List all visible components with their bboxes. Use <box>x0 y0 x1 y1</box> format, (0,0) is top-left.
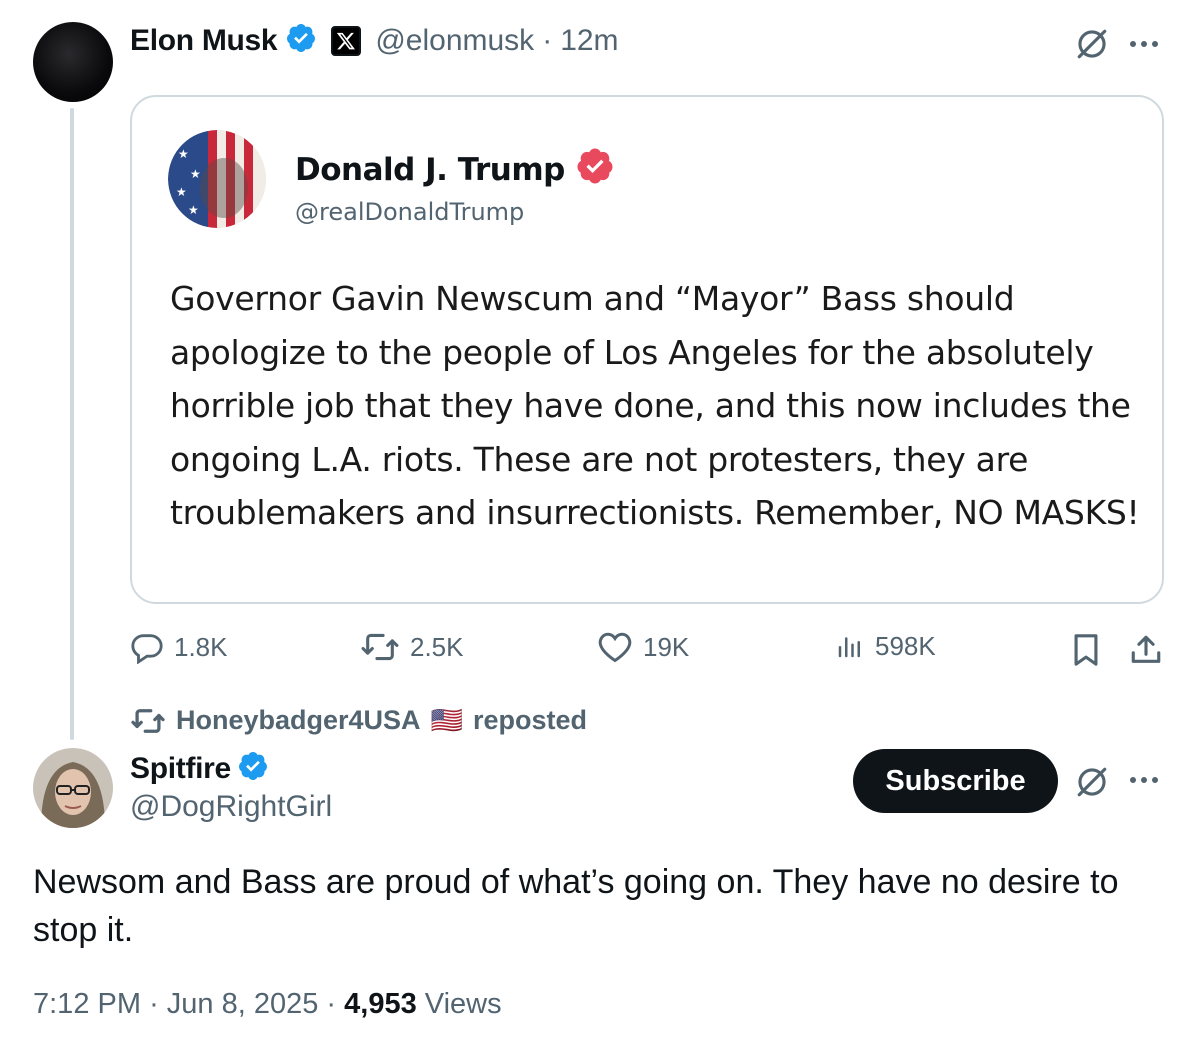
avatar[interactable] <box>33 22 113 102</box>
reply-icon <box>131 634 163 664</box>
views-count: 4,953 <box>344 988 417 1020</box>
separator: · <box>149 988 167 1020</box>
reply-button[interactable]: 1.8K <box>130 630 228 664</box>
svg-text:★: ★ <box>188 203 199 217</box>
author-name[interactable]: Spitfire <box>130 752 231 786</box>
repost-count: 2.5K <box>410 631 464 662</box>
views-chart-icon <box>838 637 860 658</box>
thread-connector <box>70 108 74 740</box>
more-options-icon[interactable] <box>1124 760 1164 800</box>
grok-icon[interactable] <box>1072 762 1112 802</box>
repost-label: reposted <box>472 705 587 735</box>
us-flag-emoji: 🇺🇸 <box>430 705 463 735</box>
post-text: Newsom and Bass are proud of what’s goin… <box>33 863 1119 949</box>
author-handle[interactable]: @DogRightGirl <box>130 790 332 824</box>
verified-badge-icon <box>237 750 269 787</box>
bookmark-icon <box>1074 634 1098 666</box>
bookmark-button[interactable] <box>1066 630 1106 670</box>
views-count: 598K <box>875 630 936 661</box>
author-name[interactable]: Elon Musk <box>130 24 278 58</box>
svg-text:★: ★ <box>190 167 201 181</box>
avatar[interactable] <box>33 748 113 828</box>
views-button[interactable]: 598K <box>835 630 936 662</box>
reposter-name[interactable]: Honeybadger4USA <box>176 705 421 736</box>
svg-text:★: ★ <box>178 147 189 161</box>
repost-button[interactable]: 2.5K <box>360 630 464 664</box>
heart-icon <box>598 632 632 663</box>
subscribe-button[interactable]: Subscribe <box>853 749 1058 813</box>
post-meta: 7:12 PM · Jun 8, 2025 · 4,953 Views <box>33 988 502 1021</box>
quoted-avatar: ★ ★ ★ ★ <box>168 130 266 228</box>
post-time[interactable]: 7:12 PM <box>33 988 141 1020</box>
x-affiliate-icon <box>331 25 362 56</box>
quoted-author-handle: @realDonaldTrump <box>295 198 525 226</box>
repost-icon <box>361 633 399 661</box>
share-icon <box>1131 635 1161 663</box>
truth-verified-icon <box>575 146 615 194</box>
reply-count: 1.8K <box>174 631 228 662</box>
verified-badge-icon <box>285 22 317 59</box>
post-date[interactable]: Jun 8, 2025 <box>167 988 319 1020</box>
repost-banner[interactable]: Honeybadger4USA 🇺🇸 reposted <box>130 705 587 736</box>
separator: · <box>326 988 345 1020</box>
quoted-author-name: Donald J. Trump <box>295 146 615 194</box>
like-button[interactable]: 19K <box>597 630 689 664</box>
svg-text:★: ★ <box>176 185 187 199</box>
quoted-post-text: Governor Gavin Newscum and “Mayor” Bass … <box>170 279 1140 532</box>
share-button[interactable] <box>1126 630 1166 670</box>
views-label: Views <box>424 988 502 1020</box>
post-time[interactable]: 12m <box>560 24 618 58</box>
quoted-author-name-text: Donald J. Trump <box>295 152 565 188</box>
repost-icon <box>131 708 165 733</box>
separator: · <box>542 23 553 57</box>
like-count: 19K <box>643 631 690 662</box>
main-post-author: Spitfire <box>130 750 269 787</box>
post-header: Elon Musk @elonmusk · 12m <box>130 22 619 59</box>
more-options-icon[interactable] <box>1124 24 1164 64</box>
grok-icon[interactable] <box>1072 24 1112 64</box>
author-handle[interactable]: @elonmusk <box>375 24 534 58</box>
